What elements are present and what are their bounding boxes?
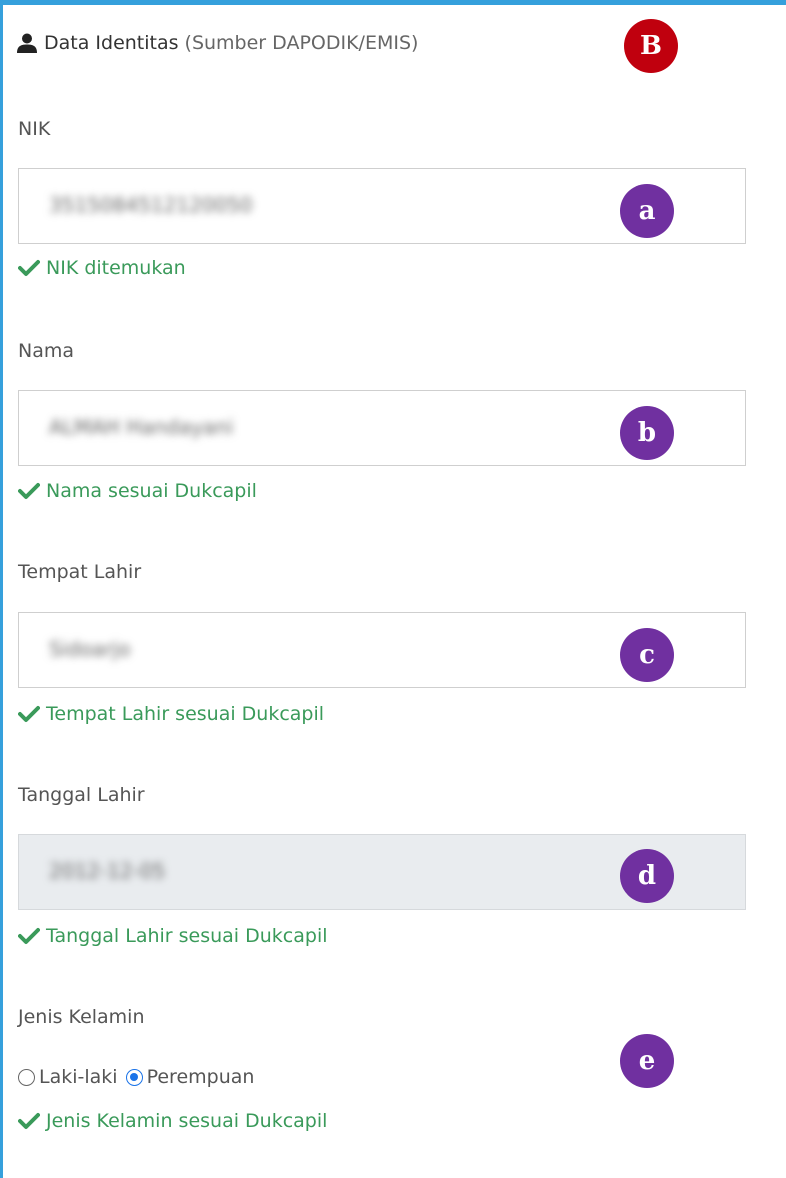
tanggal-lahir-validation-text: Tanggal Lahir sesuai Dukcapil (46, 925, 328, 947)
radio-laki-laki[interactable] (18, 1068, 35, 1086)
nama-value: ALMAH Handayani (49, 415, 234, 439)
annotation-badge-e: e (620, 1034, 674, 1088)
nik-value: 3515084512120050 (49, 193, 253, 217)
jenis-kelamin-label: Jenis Kelamin (18, 1006, 145, 1028)
check-icon (18, 1113, 40, 1129)
tempat-lahir-validation: Tempat Lahir sesuai Dukcapil (18, 703, 324, 725)
annotation-badge-d: d (620, 849, 674, 903)
check-icon (18, 260, 40, 276)
nik-validation: NIK ditemukan (18, 257, 186, 279)
radio-laki-laki-label[interactable]: Laki-laki (39, 1066, 118, 1088)
section-title-text: Data Identitas (44, 32, 179, 54)
nik-label: NIK (18, 118, 51, 140)
nama-validation-text: Nama sesuai Dukcapil (46, 480, 257, 502)
tanggal-lahir-value: 2012-12-05 (49, 859, 166, 883)
tempat-lahir-label: Tempat Lahir (18, 561, 142, 583)
tanggal-lahir-validation: Tanggal Lahir sesuai Dukcapil (18, 925, 328, 947)
tempat-lahir-value: Sidoarjo (49, 637, 131, 661)
annotation-badge-c: c (620, 628, 674, 682)
check-icon (18, 706, 40, 722)
jenis-kelamin-validation-text: Jenis Kelamin sesuai Dukcapil (46, 1110, 328, 1132)
annotation-badge-b: b (620, 406, 674, 460)
check-icon (18, 928, 40, 944)
radio-perempuan-label[interactable]: Perempuan (147, 1066, 255, 1088)
user-icon (17, 33, 37, 53)
tanggal-lahir-label: Tanggal Lahir (18, 784, 145, 806)
nik-validation-text: NIK ditemukan (46, 257, 186, 279)
tempat-lahir-validation-text: Tempat Lahir sesuai Dukcapil (46, 703, 325, 725)
radio-perempuan[interactable] (125, 1068, 143, 1086)
nama-validation: Nama sesuai Dukcapil (18, 480, 257, 502)
jenis-kelamin-radio-group: Laki-laki Perempuan (18, 1066, 254, 1088)
jenis-kelamin-validation: Jenis Kelamin sesuai Dukcapil (18, 1110, 327, 1132)
annotation-badge-a: a (620, 184, 674, 238)
annotation-badge-B: B (624, 19, 678, 73)
section-title: Data Identitas (Sumber DAPODIK/EMIS) (16, 32, 418, 54)
nama-label: Nama (18, 340, 75, 362)
check-icon (18, 483, 40, 499)
section-source: (Sumber DAPODIK/EMIS) (184, 32, 419, 54)
